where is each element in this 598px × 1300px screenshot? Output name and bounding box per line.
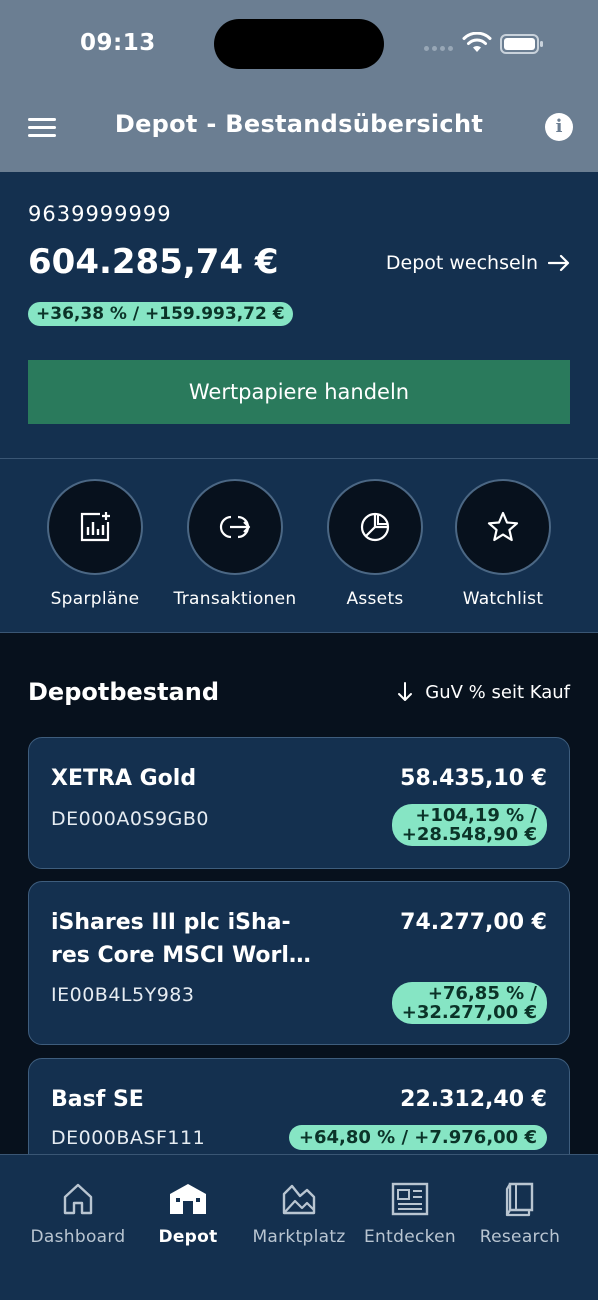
holding-card[interactable]: iShares III plc iSha- res Core MSCI Worl… bbox=[28, 881, 570, 1045]
holding-name: Basf SE bbox=[51, 1087, 144, 1112]
dynamic-island bbox=[214, 19, 384, 69]
action-circle bbox=[187, 479, 283, 575]
arrow-down-icon bbox=[398, 682, 413, 701]
portfolio-summary: 9639999999 604.285,74 € Depot wechseln +… bbox=[0, 172, 598, 458]
nav-label: Depot bbox=[158, 1227, 218, 1247]
page-title: Depot - Bestandsübersicht bbox=[114, 110, 484, 138]
arrow-right-icon bbox=[548, 254, 570, 272]
holding-isin: IE00B4L5Y983 bbox=[51, 984, 195, 1006]
savings-plan-chart-icon bbox=[80, 512, 110, 542]
holding-name: iShares III plc iSha- res Core MSCI Worl… bbox=[51, 906, 311, 972]
account-number: 9639999999 bbox=[28, 202, 172, 226]
info-icon[interactable]: i bbox=[545, 113, 573, 141]
holding-name-line: iShares III plc iSha- bbox=[51, 910, 291, 935]
holding-isin: DE000A0S9GB0 bbox=[51, 808, 209, 830]
holding-value: 74.277,00 € bbox=[400, 910, 547, 935]
action-label: Transaktionen bbox=[173, 589, 297, 609]
nav-marktplatz[interactable]: Marktplatz bbox=[243, 1179, 355, 1247]
trade-securities-button[interactable]: Wertpapiere handeln bbox=[28, 360, 570, 424]
action-circle bbox=[47, 479, 143, 575]
marketplace-icon bbox=[282, 1184, 316, 1215]
switch-depot-label: Depot wechseln bbox=[385, 252, 538, 274]
holding-name: XETRA Gold bbox=[51, 766, 197, 791]
nav-label: Research bbox=[479, 1227, 561, 1247]
star-icon bbox=[487, 511, 519, 542]
nav-label: Dashboard bbox=[30, 1227, 126, 1247]
action-sparplaene[interactable]: Sparpläne bbox=[25, 479, 165, 609]
switch-depot-link[interactable]: Depot wechseln bbox=[386, 252, 570, 274]
holding-value: 58.435,10 € bbox=[400, 766, 547, 791]
status-time: 09:13 bbox=[80, 30, 156, 56]
battery-icon bbox=[500, 34, 543, 54]
nav-entdecken[interactable]: Entdecken bbox=[354, 1179, 466, 1247]
newspaper-icon bbox=[391, 1182, 429, 1216]
nav-research[interactable]: Research bbox=[464, 1179, 576, 1247]
home-icon bbox=[63, 1183, 93, 1215]
gain-absolute: +32.277,00 € bbox=[401, 1002, 537, 1023]
performance-badge: +36,38 % / +159.993,72 € bbox=[28, 302, 293, 326]
gain-percent: +104,19 % / bbox=[415, 805, 537, 826]
total-value: 604.285,74 € bbox=[28, 242, 279, 282]
holding-gain-badge: +104,19 % / +28.548,90 € bbox=[391, 804, 547, 846]
bottom-navigation: Dashboard Depot Marktplatz Entdecken Res… bbox=[0, 1154, 598, 1300]
gain-absolute: +28.548,90 € bbox=[401, 824, 537, 845]
action-label: Watchlist bbox=[462, 589, 544, 609]
action-label: Assets bbox=[346, 589, 404, 609]
action-circle bbox=[455, 479, 551, 575]
book-icon bbox=[505, 1182, 534, 1217]
sort-label: GuV % seit Kauf bbox=[425, 681, 570, 703]
quick-actions: Sparpläne Transaktionen Assets Watchlist bbox=[0, 459, 598, 633]
action-circle bbox=[327, 479, 423, 575]
action-label: Sparpläne bbox=[50, 589, 140, 609]
nav-label: Marktplatz bbox=[252, 1227, 346, 1247]
holdings-title: Depotbestand bbox=[28, 678, 220, 706]
holding-isin: DE000BASF111 bbox=[51, 1127, 206, 1149]
depot-icon bbox=[170, 1184, 206, 1214]
sort-button[interactable]: GuV % seit Kauf bbox=[397, 681, 570, 703]
holding-gain-badge: +76,85 % / +32.277,00 € bbox=[391, 982, 547, 1024]
action-assets[interactable]: Assets bbox=[305, 479, 445, 609]
nav-depot[interactable]: Depot bbox=[132, 1179, 244, 1247]
action-transaktionen[interactable]: Transaktionen bbox=[165, 479, 305, 609]
holding-gain-badge: +64,80 % / +7.976,00 € bbox=[288, 1125, 547, 1150]
holding-value: 22.312,40 € bbox=[400, 1087, 547, 1112]
top-bar: 09:13 Depot - Bestandsübersicht i bbox=[0, 0, 598, 172]
transactions-icon bbox=[219, 515, 251, 539]
gain-percent: +76,85 % / bbox=[427, 983, 537, 1004]
wifi-icon bbox=[462, 32, 492, 52]
nav-dashboard[interactable]: Dashboard bbox=[22, 1179, 134, 1247]
pie-chart-icon bbox=[360, 512, 390, 542]
signal-icon bbox=[424, 46, 453, 51]
action-watchlist[interactable]: Watchlist bbox=[433, 479, 573, 609]
holding-name-line: res Core MSCI Worl… bbox=[51, 943, 311, 968]
nav-label: Entdecken bbox=[364, 1227, 456, 1247]
holding-card[interactable]: XETRA Gold 58.435,10 € DE000A0S9GB0 +104… bbox=[28, 737, 570, 869]
